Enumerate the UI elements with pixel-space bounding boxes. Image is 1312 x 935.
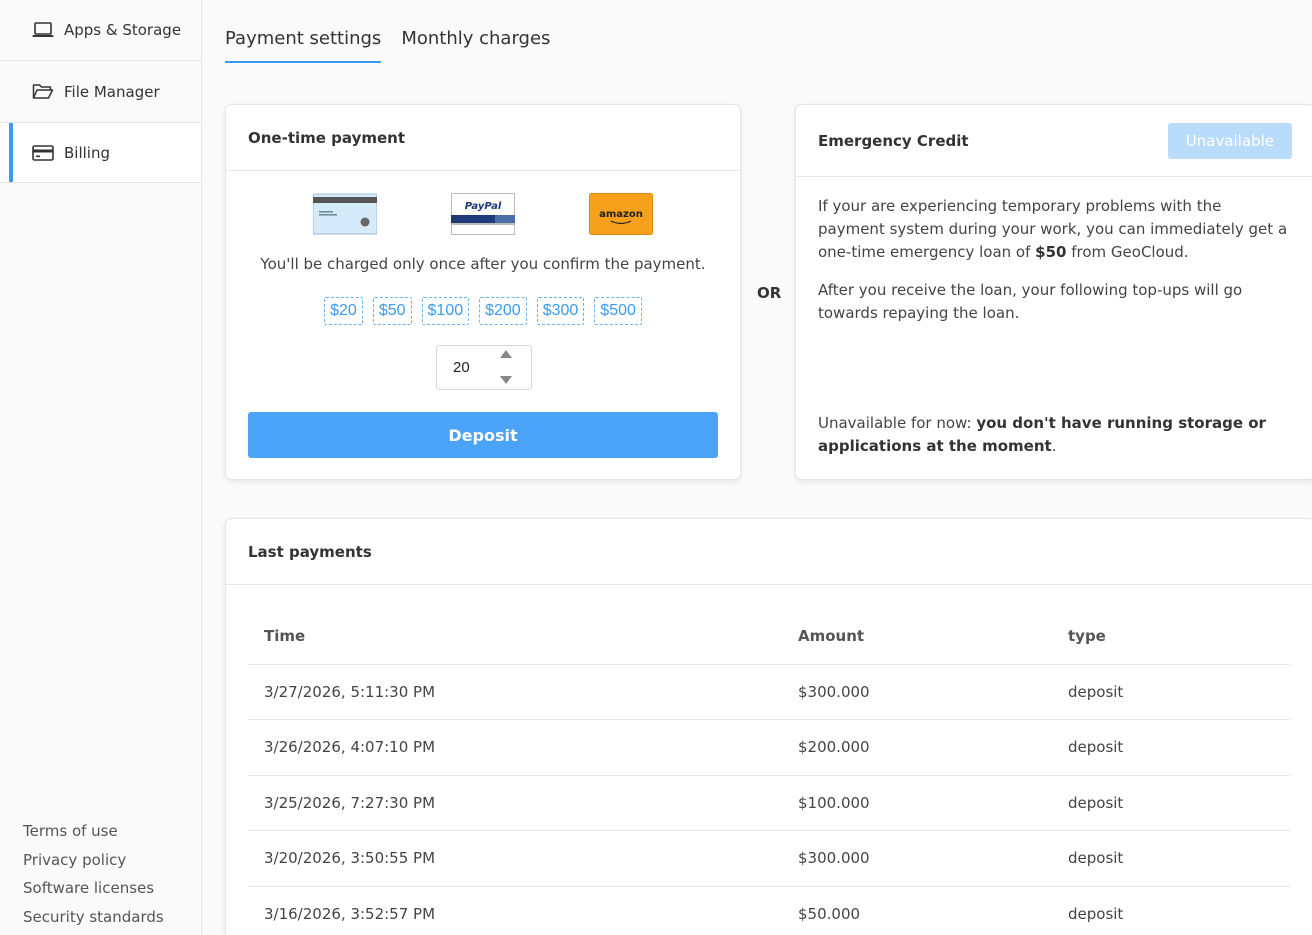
amount-stepper[interactable]: 20 xyxy=(436,345,532,390)
payment-type: deposit xyxy=(1052,775,1290,831)
amount-options: $20 $50 $100 $200 $300 $500 xyxy=(226,297,740,325)
table-row: 3/27/2026, 5:11:30 PM $300.000 deposit xyxy=(248,664,1290,720)
sidebar-item-label: Billing xyxy=(64,143,110,162)
sidebar-item-label: Apps & Storage xyxy=(64,21,182,39)
increment-icon[interactable] xyxy=(500,350,512,358)
table-row: 3/16/2026, 3:52:57 PM $50.000 deposit xyxy=(248,886,1290,935)
payment-methods: PayPal amazon xyxy=(226,171,740,235)
column-header-time[interactable]: Time xyxy=(248,609,782,665)
table-row: 3/25/2026, 7:27:30 PM $100.000 deposit xyxy=(248,775,1290,831)
payment-type: deposit xyxy=(1052,886,1290,935)
credit-card-icon[interactable] xyxy=(312,193,378,235)
emergency-description: If your are experiencing temporary probl… xyxy=(796,177,1312,325)
unavailable-note: Unavailable for now: you don't have runn… xyxy=(818,414,1266,455)
sidebar-item-label: File Manager xyxy=(64,82,160,101)
card-title: Emergency Credit xyxy=(818,131,969,150)
emergency-credit-card: Emergency Credit Unavailable If your are… xyxy=(795,104,1312,480)
laptop-icon xyxy=(32,21,54,39)
amount-input[interactable]: 20 xyxy=(453,359,470,376)
paypal-logo[interactable]: PayPal xyxy=(451,193,515,235)
tab-bar: Payment settings Monthly charges xyxy=(225,28,570,63)
tab-monthly-charges[interactable]: Monthly charges xyxy=(401,28,550,63)
amount-200-button[interactable]: $200 xyxy=(479,297,527,325)
decrement-icon[interactable] xyxy=(500,376,512,384)
one-time-payment-card: One-time payment PayPal amazon You'll be… xyxy=(225,104,741,480)
column-header-amount[interactable]: Amount xyxy=(782,609,1052,665)
payment-time: 3/16/2026, 3:52:57 PM xyxy=(248,886,782,935)
privacy-policy-link[interactable]: Privacy policy xyxy=(23,846,164,875)
folder-icon xyxy=(32,83,54,101)
payment-amount: $200.000 xyxy=(782,719,1052,776)
svg-text:PayPal: PayPal xyxy=(465,201,502,212)
payment-type: deposit xyxy=(1052,719,1290,776)
column-header-type[interactable]: type xyxy=(1052,609,1290,665)
payment-amount: $300.000 xyxy=(782,830,1052,887)
credit-card-icon xyxy=(32,144,54,162)
sidebar-item-billing[interactable]: Billing xyxy=(0,122,201,183)
payment-time: 3/25/2026, 7:27:30 PM xyxy=(248,775,782,831)
svg-text:amazon: amazon xyxy=(599,209,643,220)
card-title: One-time payment xyxy=(226,105,740,171)
sidebar-item-file-manager[interactable]: File Manager xyxy=(0,61,201,122)
payment-type: deposit xyxy=(1052,830,1290,887)
payment-amount: $300.000 xyxy=(782,664,1052,720)
card-title: Last payments xyxy=(226,519,1312,585)
amount-50-button[interactable]: $50 xyxy=(372,297,412,325)
payment-time: 3/27/2026, 5:11:30 PM xyxy=(248,664,782,720)
deposit-button[interactable]: Deposit xyxy=(248,412,718,458)
security-standards-link[interactable]: Security standards xyxy=(23,903,164,932)
tab-payment-settings[interactable]: Payment settings xyxy=(225,28,382,63)
or-separator: OR xyxy=(757,284,782,302)
sidebar: Apps & Storage File Manager Billing Term… xyxy=(0,0,202,935)
table-row: 3/20/2026, 3:50:55 PM $300.000 deposit xyxy=(248,830,1290,887)
table-header-row: Time Amount type xyxy=(248,609,1290,665)
unavailable-button[interactable]: Unavailable xyxy=(1167,122,1292,159)
last-payments-card: Last payments Time Amount type 3/27/2026… xyxy=(225,518,1312,935)
sidebar-item-apps-storage[interactable]: Apps & Storage xyxy=(0,0,201,61)
payment-type: deposit xyxy=(1052,664,1290,720)
table-row: 3/26/2026, 4:07:10 PM $200.000 deposit xyxy=(248,719,1290,776)
repayment-description: After you receive the loan, your followi… xyxy=(818,281,1243,322)
payment-amount: $100.000 xyxy=(782,775,1052,831)
loan-description: If your are experiencing temporary probl… xyxy=(818,197,1288,261)
charge-note: You'll be charged only once after you co… xyxy=(260,255,706,273)
card-header: Emergency Credit Unavailable xyxy=(796,105,1312,177)
payments-table: Time Amount type 3/27/2026, 5:11:30 PM $… xyxy=(248,609,1290,935)
payment-time: 3/20/2026, 3:50:55 PM xyxy=(248,830,782,887)
amount-300-button[interactable]: $300 xyxy=(536,297,585,325)
amount-500-button[interactable]: $500 xyxy=(594,297,642,325)
sidebar-footer: Terms of use Privacy policy Software lic… xyxy=(23,817,164,931)
software-licenses-link[interactable]: Software licenses xyxy=(23,874,164,903)
terms-of-use-link[interactable]: Terms of use xyxy=(23,817,164,846)
payment-amount: $50.000 xyxy=(782,886,1052,935)
payment-time: 3/26/2026, 4:07:10 PM xyxy=(248,719,782,776)
amount-20-button[interactable]: $20 xyxy=(324,297,363,325)
amount-100-button[interactable]: $100 xyxy=(421,297,470,325)
amazon-logo[interactable]: amazon xyxy=(589,193,653,235)
